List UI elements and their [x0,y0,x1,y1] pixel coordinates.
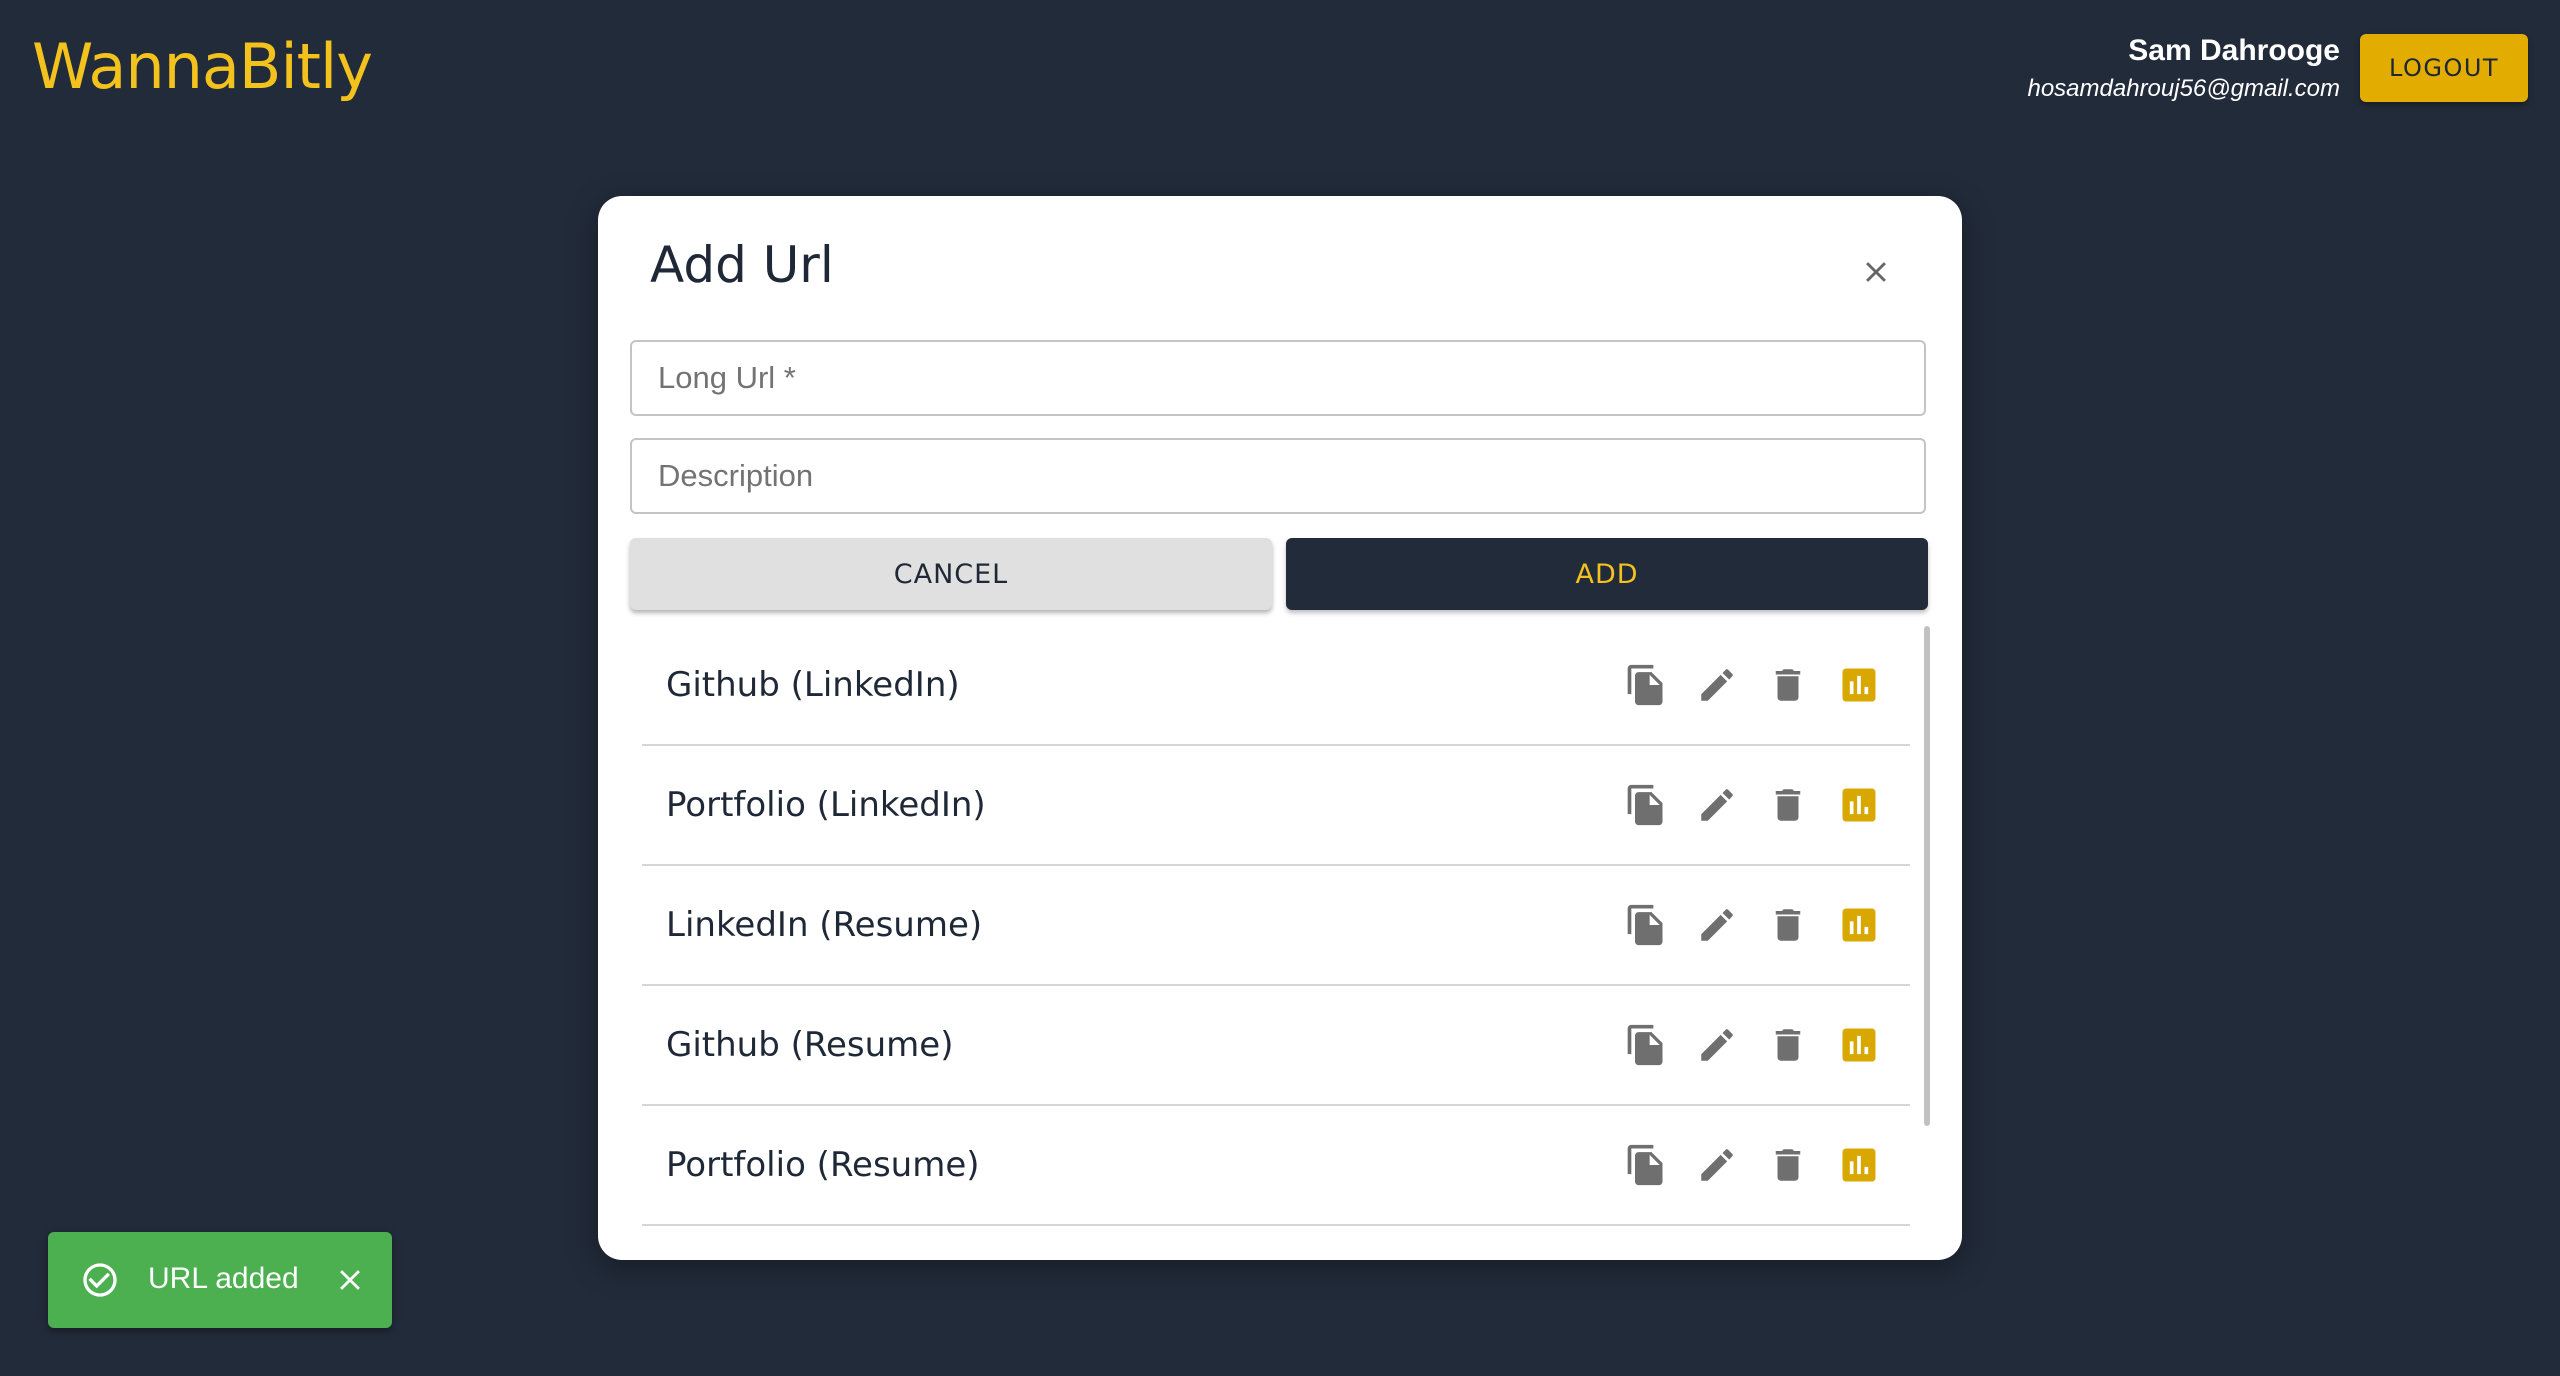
item-actions [1622,661,1906,709]
dialog-title: Add Url [650,236,834,294]
add-url-dialog: Add Url CANCEL ADD Github (LinkedIn) [598,196,1962,1260]
delete-button[interactable] [1764,1021,1812,1069]
copy-icon [1627,1144,1663,1186]
list-scrollbar[interactable] [1924,626,1930,1126]
edit-button[interactable] [1693,901,1741,949]
stats-button[interactable] [1835,901,1883,949]
item-actions [1622,1141,1906,1189]
success-toast: URL added [48,1232,392,1328]
edit-icon [1701,669,1733,701]
delete-icon [1775,1029,1801,1061]
delete-button[interactable] [1764,901,1812,949]
close-icon [1866,262,1886,282]
stats-button[interactable] [1835,1021,1883,1069]
stats-button[interactable] [1835,661,1883,709]
delete-icon [1775,1149,1801,1181]
edit-icon [1701,1149,1733,1181]
edit-button[interactable] [1693,1021,1741,1069]
edit-icon [1701,1029,1733,1061]
copy-button[interactable] [1622,1141,1670,1189]
delete-icon [1775,789,1801,821]
edit-button[interactable] [1693,1141,1741,1189]
check-circle-icon [83,1263,117,1297]
delete-button[interactable] [1764,661,1812,709]
list-item: Github (Resume) [642,986,1910,1106]
edit-icon [1701,789,1733,821]
url-label[interactable]: LinkedIn (Resume) [666,905,982,945]
stats-icon [1842,1148,1876,1182]
copy-icon [1627,904,1663,946]
user-email: hosamdahrouj56@gmail.com [2027,75,2340,102]
toast-close-button[interactable] [330,1260,370,1300]
edit-icon [1701,909,1733,941]
copy-icon [1627,1024,1663,1066]
url-label[interactable]: Github (Resume) [666,1025,953,1065]
toast-message: URL added [148,1262,299,1295]
copy-button[interactable] [1622,1021,1670,1069]
url-label[interactable]: Portfolio (LinkedIn) [666,785,986,825]
copy-button[interactable] [1622,781,1670,829]
delete-button[interactable] [1764,781,1812,829]
long-url-field [630,340,1926,416]
stats-icon [1842,668,1876,702]
url-label[interactable]: Github (LinkedIn) [666,665,960,705]
cancel-button[interactable]: CANCEL [630,538,1272,610]
copy-button[interactable] [1622,661,1670,709]
description-field [630,438,1926,514]
copy-icon [1627,664,1663,706]
close-icon [340,1270,360,1290]
description-input[interactable] [632,440,1924,512]
stats-button[interactable] [1835,781,1883,829]
edit-button[interactable] [1693,661,1741,709]
logout-button[interactable]: LOGOUT [2360,34,2528,102]
stats-icon [1842,1028,1876,1062]
user-info: Sam Dahrooge hosamdahrouj56@gmail.com [2027,32,2340,106]
brand-logo[interactable]: WannaBitly [32,30,373,103]
copy-button[interactable] [1622,901,1670,949]
edit-button[interactable] [1693,781,1741,829]
url-label[interactable]: Portfolio (Resume) [666,1145,980,1185]
list-item: Portfolio (LinkedIn) [642,746,1910,866]
item-actions [1622,781,1906,829]
long-url-input[interactable] [632,342,1924,414]
close-button[interactable] [1852,248,1900,296]
delete-icon [1775,909,1801,941]
stats-button[interactable] [1835,1141,1883,1189]
delete-icon [1775,669,1801,701]
copy-icon [1627,784,1663,826]
add-button[interactable]: ADD [1286,538,1928,610]
list-item: Github (LinkedIn) [642,626,1910,746]
list-item: Portfolio (Resume) [642,1106,1910,1226]
item-actions [1622,901,1906,949]
url-list[interactable]: Github (LinkedIn) Portfolio (LinkedIn) L… [642,626,1910,1226]
list-item: LinkedIn (Resume) [642,866,1910,986]
item-actions [1622,1021,1906,1069]
stats-icon [1842,908,1876,942]
stats-icon [1842,788,1876,822]
user-name: Sam Dahrooge [2128,34,2340,67]
delete-button[interactable] [1764,1141,1812,1189]
